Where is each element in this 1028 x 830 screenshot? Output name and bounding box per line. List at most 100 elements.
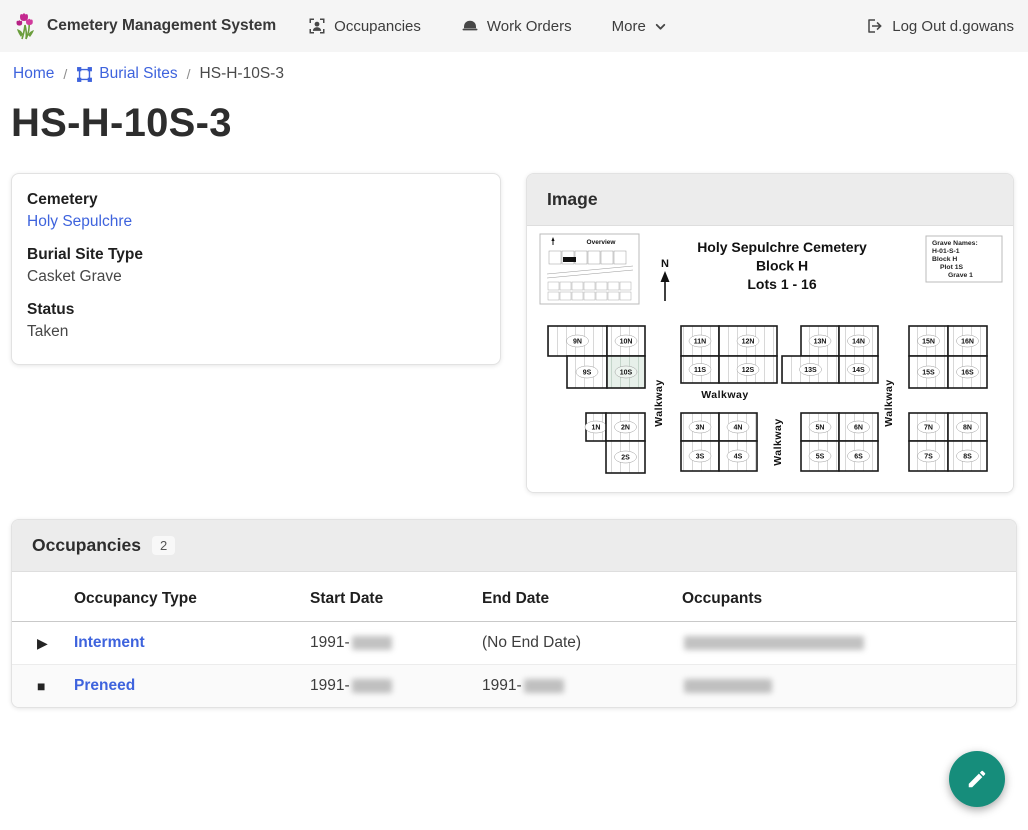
nav-occupancies[interactable]: Occupancies <box>308 17 421 35</box>
stop-icon: ■ <box>12 665 74 708</box>
nav-work-orders-label: Work Orders <box>487 18 572 35</box>
occupancies-table: Occupancy Type Start Date End Date Occup… <box>12 572 1016 707</box>
svg-text:Block H: Block H <box>756 258 808 274</box>
svg-text:H-01-S-1: H-01-S-1 <box>932 248 960 255</box>
svg-text:14N: 14N <box>852 339 865 346</box>
table-row-preneed[interactable]: ■ Preneed 1991- 1991- <box>12 665 1016 708</box>
redacted-occupants <box>684 679 772 693</box>
logout-label: Log Out d.gowans <box>892 18 1014 35</box>
occupancy-frame-icon <box>308 17 326 35</box>
breadcrumb-burial-sites-link[interactable]: Burial Sites <box>76 65 177 83</box>
col-end-date: End Date <box>482 572 682 622</box>
svg-text:Walkway: Walkway <box>701 389 748 401</box>
svg-text:Grave 1: Grave 1 <box>948 272 973 279</box>
svg-text:N: N <box>661 258 669 270</box>
breadcrumb-separator: / <box>63 66 67 82</box>
field-cemetery: Cemetery Holy Sepulchre <box>27 191 485 231</box>
svg-text:15S: 15S <box>922 370 935 377</box>
svg-text:6S: 6S <box>854 454 863 461</box>
top-navbar: Cemetery Management System Occupancies <box>0 0 1028 52</box>
svg-text:8S: 8S <box>963 454 972 461</box>
svg-text:5N: 5N <box>816 425 825 432</box>
end-date-value: (No End Date) <box>482 634 581 651</box>
svg-text:16S: 16S <box>961 370 974 377</box>
logout-icon <box>866 17 884 35</box>
svg-text:9S: 9S <box>583 370 592 377</box>
site-map-image[interactable]: OverviewHoly Sepulchre CemeteryBlock HLo… <box>527 226 1013 492</box>
tulips-logo-icon <box>14 11 38 41</box>
svg-text:Walkway: Walkway <box>653 379 665 426</box>
image-card: Image Overview Holy Sepulchre Cemetery Blo… <box>526 173 1014 493</box>
play-icon: ▶ <box>12 622 74 665</box>
svg-text:Walkway: Walkway <box>883 379 895 426</box>
svg-text:3S: 3S <box>696 454 705 461</box>
col-icon <box>12 572 74 622</box>
col-occupants: Occupants <box>682 572 1016 622</box>
app-title: Cemetery Management System <box>47 17 276 35</box>
svg-text:7S: 7S <box>924 454 933 461</box>
edit-fab-button[interactable] <box>949 751 1005 807</box>
field-status-value: Taken <box>27 323 485 341</box>
col-occupancy-type: Occupancy Type <box>74 572 310 622</box>
preneed-link[interactable]: Preneed <box>74 677 135 694</box>
interment-link[interactable]: Interment <box>74 634 145 651</box>
field-status-label: Status <box>27 301 485 319</box>
nav-items: Occupancies Work Orders More <box>308 17 667 35</box>
image-card-header: Image <box>527 174 1013 226</box>
svg-text:10N: 10N <box>620 339 633 346</box>
svg-text:Grave Names:: Grave Names: <box>932 240 978 247</box>
site-map-svg: OverviewHoly Sepulchre CemeteryBlock HLo… <box>539 231 1003 479</box>
nav-more-label: More <box>612 18 646 35</box>
burial-site-details-card: Cemetery Holy Sepulchre Burial Site Type… <box>11 173 501 365</box>
nav-work-orders[interactable]: Work Orders <box>461 17 572 35</box>
app-brand[interactable]: Cemetery Management System <box>14 11 276 41</box>
image-card-title: Image <box>547 189 598 210</box>
page-title: HS-H-10S-3 <box>11 101 1017 146</box>
svg-text:7N: 7N <box>924 425 933 432</box>
redacted-start-date <box>352 636 392 650</box>
breadcrumb: Home / Burial Sites / HS-H-10S-3 <box>11 52 1017 87</box>
occupancies-count-badge: 2 <box>152 536 175 555</box>
svg-text:9N: 9N <box>573 339 582 346</box>
svg-text:3N: 3N <box>696 425 705 432</box>
start-date-value: 1991- <box>310 677 350 694</box>
svg-text:Walkway: Walkway <box>772 418 784 465</box>
svg-text:5S: 5S <box>816 454 825 461</box>
svg-text:1N: 1N <box>592 425 601 432</box>
hard-hat-icon <box>461 17 479 35</box>
field-status: Status Taken <box>27 301 485 341</box>
start-date-value: 1991- <box>310 634 350 651</box>
nav-occupancies-label: Occupancies <box>334 18 421 35</box>
svg-text:6N: 6N <box>854 425 863 432</box>
breadcrumb-separator: / <box>187 66 191 82</box>
occupancies-card-title: Occupancies <box>32 535 141 556</box>
svg-text:12N: 12N <box>742 339 755 346</box>
svg-text:Block H: Block H <box>932 256 957 263</box>
svg-text:8N: 8N <box>963 425 972 432</box>
field-burial-site-type: Burial Site Type Casket Grave <box>27 246 485 286</box>
svg-text:12S: 12S <box>742 367 755 374</box>
end-date-value: 1991- <box>482 677 522 694</box>
breadcrumb-home-link[interactable]: Home <box>13 65 54 83</box>
svg-text:15N: 15N <box>922 339 935 346</box>
svg-text:2N: 2N <box>621 425 630 432</box>
svg-text:Plot 1S: Plot 1S <box>940 264 964 271</box>
field-burial-site-type-label: Burial Site Type <box>27 246 485 264</box>
svg-text:Overview: Overview <box>587 239 617 246</box>
svg-text:14S: 14S <box>852 367 865 374</box>
cards-row: Cemetery Holy Sepulchre Burial Site Type… <box>11 173 1017 493</box>
pencil-icon <box>966 768 988 790</box>
chevron-down-icon <box>654 20 667 33</box>
logout-button[interactable]: Log Out d.gowans <box>866 17 1014 35</box>
nav-more[interactable]: More <box>612 17 667 35</box>
svg-text:4S: 4S <box>734 454 743 461</box>
table-row-interment[interactable]: ▶ Interment 1991- (No End Date) <box>12 622 1016 665</box>
svg-text:2S: 2S <box>621 455 630 462</box>
svg-text:Holy Sepulchre Cemetery: Holy Sepulchre Cemetery <box>697 239 867 255</box>
burial-sites-frame-icon <box>76 66 93 83</box>
app-root: Cemetery Management System Occupancies <box>0 0 1028 708</box>
cemetery-link[interactable]: Holy Sepulchre <box>27 213 132 230</box>
svg-text:4N: 4N <box>734 425 743 432</box>
svg-text:10S: 10S <box>620 370 633 377</box>
breadcrumb-current: HS-H-10S-3 <box>200 65 284 83</box>
